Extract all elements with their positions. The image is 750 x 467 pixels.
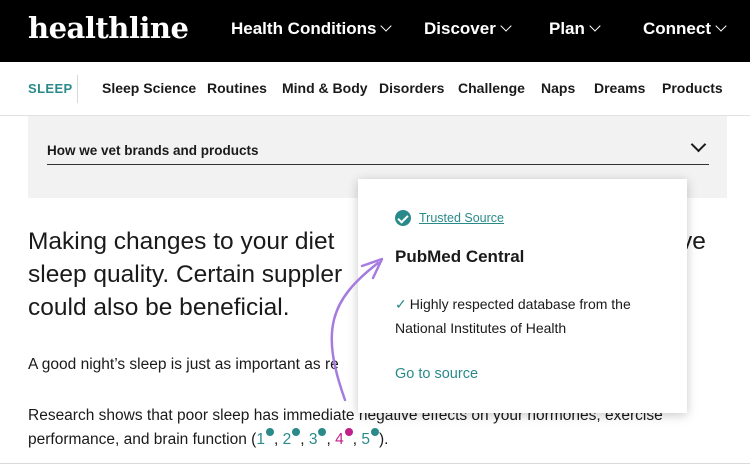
intro-line-1: Making changes to your diet (28, 228, 335, 255)
citation-link-5[interactable]: 5 (361, 427, 379, 448)
subnav-item-mind-body[interactable]: Mind & Body (282, 80, 368, 96)
trusted-check-icon (265, 427, 274, 436)
go-to-source-link[interactable]: Go to source (395, 366, 478, 382)
trusted-check-icon (370, 427, 379, 436)
nav-connect[interactable]: Connect (643, 19, 727, 39)
nav-label: Health Conditions (231, 19, 377, 38)
divider (47, 164, 709, 165)
nav-label: Plan (549, 19, 585, 38)
source-title: PubMed Central (395, 247, 525, 266)
subnav-item-dreams[interactable]: Dreams (594, 80, 645, 96)
paragraph-end: ). (378, 431, 389, 448)
nav-plan[interactable]: Plan (549, 19, 601, 39)
citation-link-3[interactable]: 3 (309, 427, 327, 448)
top-nav-bar: healthline Health Conditions Discover Pl… (0, 0, 750, 62)
chevron-down-icon (380, 20, 393, 32)
chevron-down-icon[interactable] (690, 136, 707, 153)
sleep-sub-nav: SLEEP Sleep Science Routines Mind & Body… (0, 62, 750, 116)
divider (0, 463, 750, 464)
trusted-check-icon (292, 427, 301, 436)
citation-link-4[interactable]: 4 (335, 427, 353, 448)
subnav-item-products[interactable]: Products (662, 80, 723, 96)
citation-link-2[interactable]: 2 (283, 427, 301, 448)
nav-label: Connect (643, 19, 711, 38)
healthline-logo[interactable]: healthline (28, 11, 189, 45)
subnav-item-sleep-science[interactable]: Sleep Science (102, 80, 196, 96)
subnav-item-disorders[interactable]: Disorders (379, 80, 444, 96)
article-paragraph-1: A good night’s sleep is just as importan… (28, 356, 339, 373)
divider (77, 75, 78, 103)
section-label-sleep[interactable]: SLEEP (28, 81, 73, 96)
check-circle-icon (395, 210, 411, 226)
chevron-down-icon (589, 20, 601, 32)
nav-health-conditions[interactable]: Health Conditions (231, 19, 393, 39)
chevron-down-icon (500, 20, 512, 32)
accordion-label: How we vet brands and products (47, 143, 259, 158)
nav-discover[interactable]: Discover (424, 19, 512, 39)
checkmark-icon: ✓ (395, 296, 407, 312)
trusted-check-icon (344, 427, 353, 436)
subnav-item-challenge[interactable]: Challenge (458, 80, 525, 96)
trusted-source-popup: Trusted Source PubMed Central ✓ Highly re… (358, 179, 687, 413)
trusted-check-icon (318, 427, 327, 436)
nav-label: Discover (424, 19, 496, 38)
citation-link-1[interactable]: 1 (256, 427, 274, 448)
subnav-item-naps[interactable]: Naps (541, 80, 575, 96)
chevron-down-icon (715, 20, 727, 32)
subnav-item-routines[interactable]: Routines (207, 80, 267, 96)
trusted-source-link[interactable]: Trusted Source (419, 211, 504, 225)
source-description: ✓ Highly respected database from the Nati… (395, 296, 631, 336)
